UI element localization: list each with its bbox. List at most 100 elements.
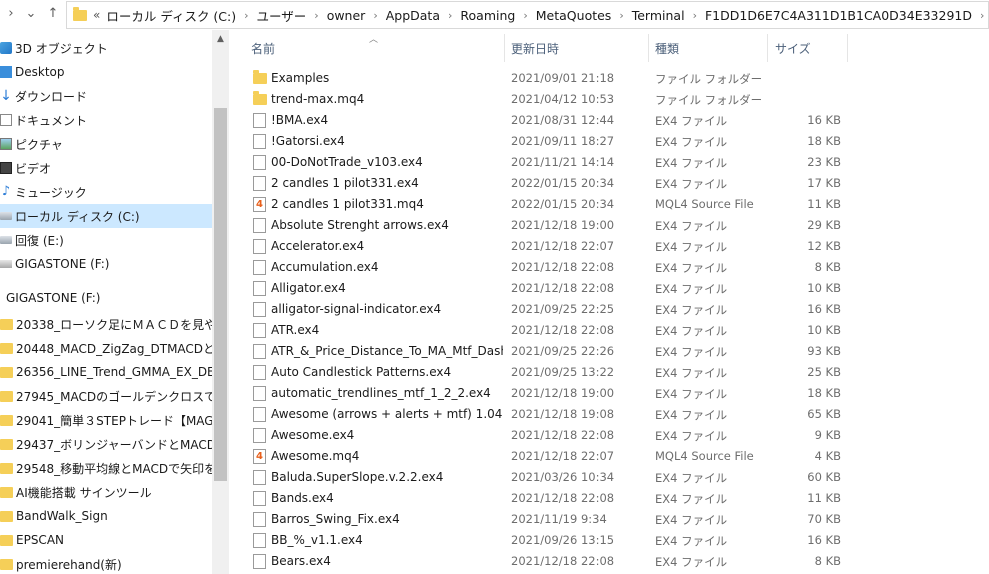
nav-folder-item[interactable]: AI機能搭載 サインツール (0, 480, 212, 504)
address-bar[interactable]: « ローカル ディスク (C:) › ユーザー › owner › AppData › Roam… (66, 1, 989, 29)
file-date: 2021/12/18 22:07 (511, 449, 615, 463)
file-row[interactable]: !BMA.ex4 2021/08/31 12:44 EX4 ファイル 16 KB (247, 110, 989, 131)
nav-item-label: 回復 (E:) (15, 233, 64, 248)
column-divider[interactable] (767, 34, 768, 62)
file-date: 2021/11/19 9:34 (511, 512, 607, 526)
nav-scroll-thumb[interactable] (214, 108, 227, 481)
back-chevron-icon[interactable]: › (2, 5, 20, 23)
up-arrow-icon[interactable]: ↑ (44, 5, 62, 23)
breadcrumb-separator-icon[interactable]: › (373, 9, 377, 22)
file-icon (253, 218, 266, 233)
breadcrumb-separator-icon[interactable]: › (523, 9, 527, 22)
nav-folder-item[interactable]: 29437_ボリンジャーバンドとMACDで矢印を (0, 432, 212, 456)
column-divider[interactable] (847, 34, 848, 62)
nav-item[interactable]: Desktop (0, 60, 212, 84)
file-row[interactable]: 2 candles 1 pilot331.ex4 2022/01/15 20:34… (247, 173, 989, 194)
nav-folder-item[interactable]: 29548_移動平均線とMACDで矢印を表示 (0, 456, 212, 480)
file-row[interactable]: Accelerator.ex4 2021/12/18 22:07 EX4 ファイル 1… (247, 236, 989, 257)
breadcrumb-item[interactable]: Terminal (632, 8, 685, 23)
sort-ascending-icon: ︿ (369, 35, 379, 45)
nav-item[interactable]: GIGASTONE (F:) (0, 252, 212, 276)
file-row[interactable]: trend-max.mq4 2021/04/12 10:53 ファイル フォルダー (247, 89, 989, 110)
file-row[interactable]: alligator-signal-indicator.ex4 2021/09/25… (247, 299, 989, 320)
recent-dropdown-icon[interactable]: ⌄ (22, 5, 40, 23)
breadcrumb-item[interactable]: ユーザー (257, 6, 307, 25)
nav-item[interactable]: ローカル ディスク (C:) (0, 204, 212, 228)
nav-folder-item[interactable]: 27945_MACDのゴールデンクロスで矢印を表 (0, 384, 212, 408)
column-name[interactable]: 名前 (251, 40, 275, 57)
file-row[interactable]: Baluda.SuperSlope.v.2.2.ex4 2021/03/26 10… (247, 467, 989, 488)
file-icon (253, 428, 266, 443)
column-date[interactable]: 更新日時 (511, 40, 559, 57)
breadcrumb-item[interactable]: MetaQuotes (536, 8, 612, 23)
column-type[interactable]: 種類 (655, 40, 679, 57)
file-row[interactable]: automatic_trendlines_mtf_1_2_2.ex4 2021/1… (247, 383, 989, 404)
file-row[interactable]: Accumulation.ex4 2021/12/18 22:08 EX4 ファイル… (247, 257, 989, 278)
breadcrumb-separator-icon[interactable]: › (244, 9, 248, 22)
column-divider[interactable] (504, 34, 505, 62)
file-row[interactable]: Barros_Swing_Fix.ex4 2021/11/19 9:34 EX4 フ… (247, 509, 989, 530)
nav-folder-item[interactable]: 20448_MACD_ZigZag_DTMACDとZigZ (0, 336, 212, 360)
file-row[interactable]: Bears.ex4 2021/12/18 22:08 EX4 ファイル 8 KB (247, 551, 989, 572)
breadcrumb-item[interactable]: F1DD1D6E7C4A311D1B1CA0D34E33291D (705, 8, 972, 23)
file-row[interactable]: BB_%_v1.1.ex4 2021/09/26 13:15 EX4 ファイル 16 … (247, 530, 989, 551)
file-row[interactable]: 2 candles 1 pilot331.mq4 2022/01/15 20:34… (247, 194, 989, 215)
file-date: 2021/12/18 22:08 (511, 323, 615, 337)
nav-item[interactable]: ドキュメント (0, 108, 212, 132)
file-row[interactable]: Absolute Strenght arrows.ex4 2021/12/18 1… (247, 215, 989, 236)
file-row[interactable]: Auto Candlestick Patterns.ex4 2021/09/25 … (247, 362, 989, 383)
nav-item[interactable]: 回復 (E:) (0, 228, 212, 252)
file-row[interactable]: ATR.ex4 2021/12/18 22:08 EX4 ファイル 10 KB (247, 320, 989, 341)
nav-folder-item[interactable]: EPSCAN (0, 528, 212, 552)
breadcrumb-separator-icon[interactable]: › (314, 9, 318, 22)
file-row[interactable]: Awesome.mq4 2021/12/18 22:07 MQL4 Source F… (247, 446, 989, 467)
file-row[interactable]: Bands.ex4 2021/12/18 22:08 EX4 ファイル 11 KB (247, 488, 989, 509)
nav-item[interactable]: ♪ ミュージック (0, 180, 212, 204)
breadcrumb-item[interactable]: ローカル ディスク (C:) (106, 6, 236, 25)
breadcrumb-separator-icon[interactable]: › (619, 9, 623, 22)
folder-icon (0, 534, 13, 546)
file-type: EX4 ファイル (655, 345, 728, 359)
nav-item[interactable]: ビデオ (0, 156, 212, 180)
file-type: EX4 ファイル (655, 114, 728, 128)
nav-item[interactable]: ピクチャ (0, 132, 212, 156)
file-row[interactable]: Awesome (arrows + alerts + mtf) 1.04.ex4… (247, 404, 989, 425)
scroll-up-icon[interactable]: ▲ (212, 34, 229, 44)
breadcrumb-separator-icon[interactable]: › (980, 9, 984, 22)
overflow-chevron-icon[interactable]: « (93, 8, 100, 22)
nav-item[interactable]: 3D オブジェクト (0, 36, 212, 60)
nav-folder-label: 20338_ローソク足にＭＡＣＤを見やすく表 (16, 317, 212, 332)
column-divider[interactable] (648, 34, 649, 62)
file-row[interactable]: !Gatorsi.ex4 2021/09/11 18:27 EX4 ファイル 18 K… (247, 131, 989, 152)
nav-folder-item[interactable]: premierehand(新) (0, 552, 212, 574)
column-size[interactable]: サイズ (775, 40, 811, 57)
music-icon: ♪ (1, 184, 11, 199)
nav-section-heading[interactable]: GIGASTONE (F:) (6, 287, 101, 309)
nav-scrollbar[interactable]: ▲ (212, 30, 229, 574)
nav-folder-item[interactable]: 20338_ローソク足にＭＡＣＤを見やすく表 (0, 312, 212, 336)
nav-item-label: Desktop (15, 65, 65, 79)
nav-folder-item[interactable]: BandWalk_Sign (0, 504, 212, 528)
file-name: !BMA.ex4 (271, 113, 329, 127)
file-size: 18 KB (807, 386, 841, 400)
nav-folder-item[interactable]: 29041_簡単３STEPトレード【MAGICIAN_T (0, 408, 212, 432)
nav-item-label: ダウンロード (15, 89, 88, 104)
breadcrumb-separator-icon[interactable]: › (448, 9, 452, 22)
file-row[interactable]: ATR_&_Price_Distance_To_MA_Mtf_Dash... 20… (247, 341, 989, 362)
breadcrumb-separator-icon[interactable]: › (693, 9, 697, 22)
file-date: 2021/08/31 12:44 (511, 113, 615, 127)
file-icon (253, 302, 266, 317)
breadcrumb-item[interactable]: Roaming (460, 8, 515, 23)
nav-folder-item[interactable]: 26356_LINE_Trend_GMMA_EX_DEMO (0, 360, 212, 384)
file-name: !Gatorsi.ex4 (271, 134, 345, 148)
file-row[interactable]: Alligator.ex4 2021/12/18 22:08 EX4 ファイル 10 … (247, 278, 989, 299)
file-row[interactable]: Awesome.ex4 2021/12/18 22:08 EX4 ファイル 9 KB (247, 425, 989, 446)
file-row[interactable]: Examples 2021/09/01 21:18 ファイル フォルダー (247, 68, 989, 89)
breadcrumb-item[interactable]: AppData (386, 8, 440, 23)
file-date: 2021/12/18 22:08 (511, 554, 615, 568)
nav-item[interactable]: ↓ ダウンロード (0, 84, 212, 108)
breadcrumb-item[interactable]: owner (327, 8, 366, 23)
file-size: 10 KB (807, 281, 841, 295)
file-row[interactable]: 00-DoNotTrade_v103.ex4 2021/11/21 14:14 EX… (247, 152, 989, 173)
file-type: EX4 ファイル (655, 492, 728, 506)
